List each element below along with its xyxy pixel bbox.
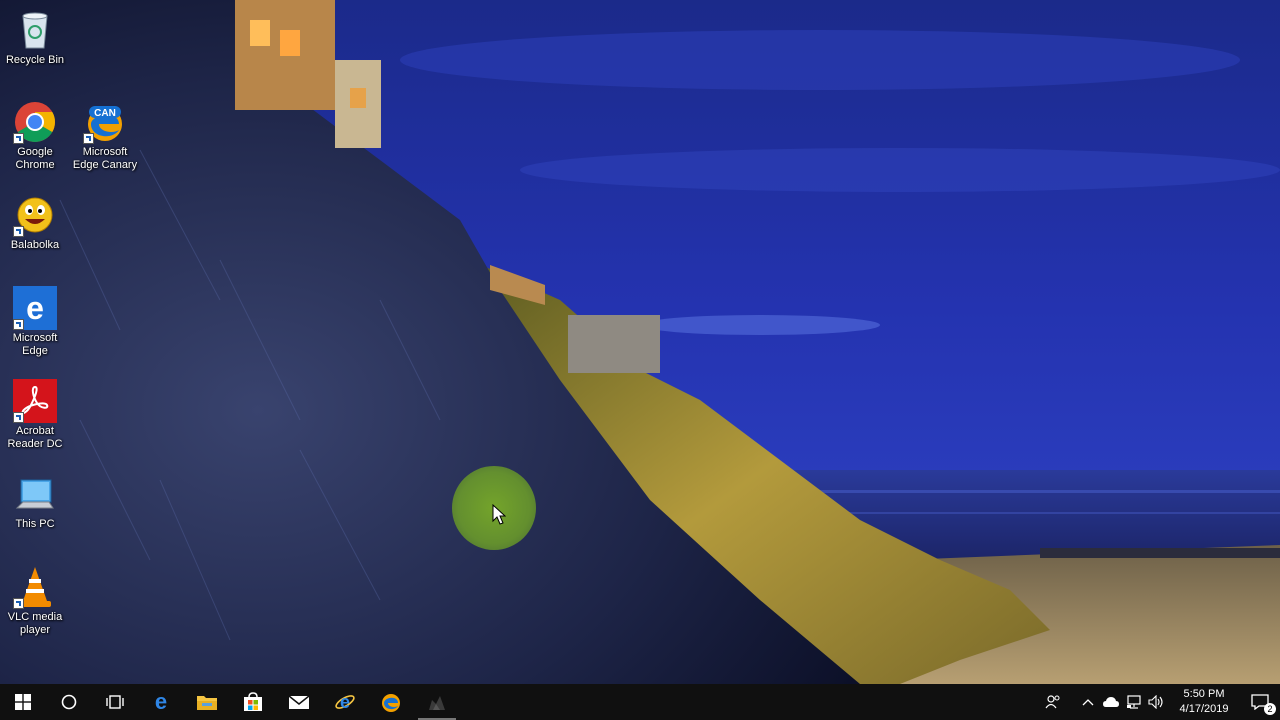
taskbar-edge-canary-button[interactable] bbox=[368, 684, 414, 720]
network-icon bbox=[1126, 695, 1141, 709]
people-button[interactable] bbox=[1041, 684, 1064, 720]
store-icon bbox=[244, 692, 262, 711]
taskbar-edge-button[interactable]: e bbox=[138, 684, 184, 720]
vlc-icon bbox=[13, 565, 57, 609]
taskbar-clock[interactable]: 5:50 PM 4/17/2019 bbox=[1172, 687, 1236, 717]
show-hidden-icons-button[interactable] bbox=[1076, 684, 1099, 720]
folder-icon bbox=[197, 696, 217, 710]
desktop-icon-google-chrome[interactable]: Google Chrome bbox=[0, 100, 70, 172]
taskbar-mail-button[interactable] bbox=[276, 684, 322, 720]
windows-start-icon bbox=[15, 694, 31, 710]
shortcut-arrow-icon bbox=[83, 133, 94, 144]
desktop-icon-vlc[interactable]: VLC media player bbox=[0, 565, 70, 637]
clock-date: 4/17/2019 bbox=[1179, 703, 1229, 715]
acrobat-icon bbox=[13, 379, 57, 423]
desktop-icon-balabolka[interactable]: Balabolka bbox=[0, 193, 70, 252]
desktop-icon-label: Acrobat Reader DC bbox=[7, 425, 63, 450]
svg-text:e: e bbox=[340, 692, 350, 712]
taskbar: e e 5:50 PM 4/17/2019 2 bbox=[0, 684, 1280, 720]
notification-count-badge: 2 bbox=[1264, 703, 1276, 715]
taskbar-file-explorer-button[interactable] bbox=[184, 684, 230, 720]
desktop-icon-label: VLC media player bbox=[7, 611, 63, 636]
search-button[interactable] bbox=[46, 684, 92, 720]
desktop-icon-acrobat-reader[interactable]: Acrobat Reader DC bbox=[0, 379, 70, 451]
speaker-icon bbox=[1147, 695, 1163, 709]
desktop-wallpaper bbox=[0, 0, 1280, 684]
taskbar-balabolka-button[interactable] bbox=[414, 684, 460, 720]
svg-text:e: e bbox=[155, 691, 167, 713]
recycle-bin-icon bbox=[13, 8, 57, 52]
desktop-icon-label: Balabolka bbox=[10, 239, 60, 251]
start-button[interactable] bbox=[0, 684, 46, 720]
desktop-icon-edge-canary[interactable]: CAN Microsoft Edge Canary bbox=[70, 100, 140, 172]
action-center-button[interactable]: 2 bbox=[1240, 684, 1280, 720]
mail-icon bbox=[288, 695, 310, 709]
ie-edge-icon: e bbox=[335, 692, 355, 712]
network-button[interactable] bbox=[1122, 684, 1145, 720]
chrome-icon bbox=[13, 100, 57, 144]
taskbar-ie-edge-button[interactable]: e bbox=[322, 684, 368, 720]
desktop-icon-microsoft-edge[interactable]: e Microsoft Edge bbox=[0, 286, 70, 358]
desktop-icon-label: Recycle Bin bbox=[5, 54, 65, 66]
task-view-button[interactable] bbox=[92, 684, 138, 720]
shortcut-arrow-icon bbox=[13, 319, 24, 330]
taskbar-store-button[interactable] bbox=[230, 684, 276, 720]
people-icon bbox=[1045, 695, 1059, 709]
system-tray: 5:50 PM 4/17/2019 2 bbox=[1041, 684, 1280, 720]
edge-canary-icon: CAN bbox=[83, 100, 127, 144]
shortcut-arrow-icon bbox=[13, 598, 24, 609]
balabolka-icon bbox=[429, 696, 445, 710]
chevron-up-icon bbox=[1082, 699, 1093, 706]
shortcut-arrow-icon bbox=[13, 133, 24, 144]
desktop-icon-label: Google Chrome bbox=[15, 146, 55, 171]
edge-icon: e bbox=[13, 286, 57, 330]
volume-button[interactable] bbox=[1145, 684, 1168, 720]
edge-icon: e bbox=[155, 691, 167, 713]
desktop-icon-recycle-bin[interactable]: Recycle Bin bbox=[0, 8, 70, 67]
this-pc-icon bbox=[13, 472, 57, 516]
desktop-icon-label: Microsoft Edge bbox=[12, 332, 58, 357]
task-view-icon bbox=[106, 695, 124, 709]
shortcut-arrow-icon bbox=[13, 226, 24, 237]
edge-canary-icon bbox=[382, 694, 400, 712]
clock-time: 5:50 PM bbox=[1183, 688, 1225, 700]
edge-canary-badge: CAN bbox=[94, 108, 116, 119]
desktop-icon-label: This PC bbox=[15, 518, 55, 530]
desktop-icon-this-pc[interactable]: This PC bbox=[0, 472, 70, 531]
desktop-icon-label: Microsoft Edge Canary bbox=[72, 146, 138, 171]
svg-text:e: e bbox=[26, 290, 44, 326]
mouse-pointer-icon bbox=[492, 503, 507, 531]
balabolka-icon bbox=[13, 193, 57, 237]
cortana-search-icon bbox=[61, 694, 77, 710]
shortcut-arrow-icon bbox=[13, 412, 24, 423]
onedrive-button[interactable] bbox=[1099, 684, 1122, 720]
onedrive-cloud-icon bbox=[1102, 697, 1119, 707]
